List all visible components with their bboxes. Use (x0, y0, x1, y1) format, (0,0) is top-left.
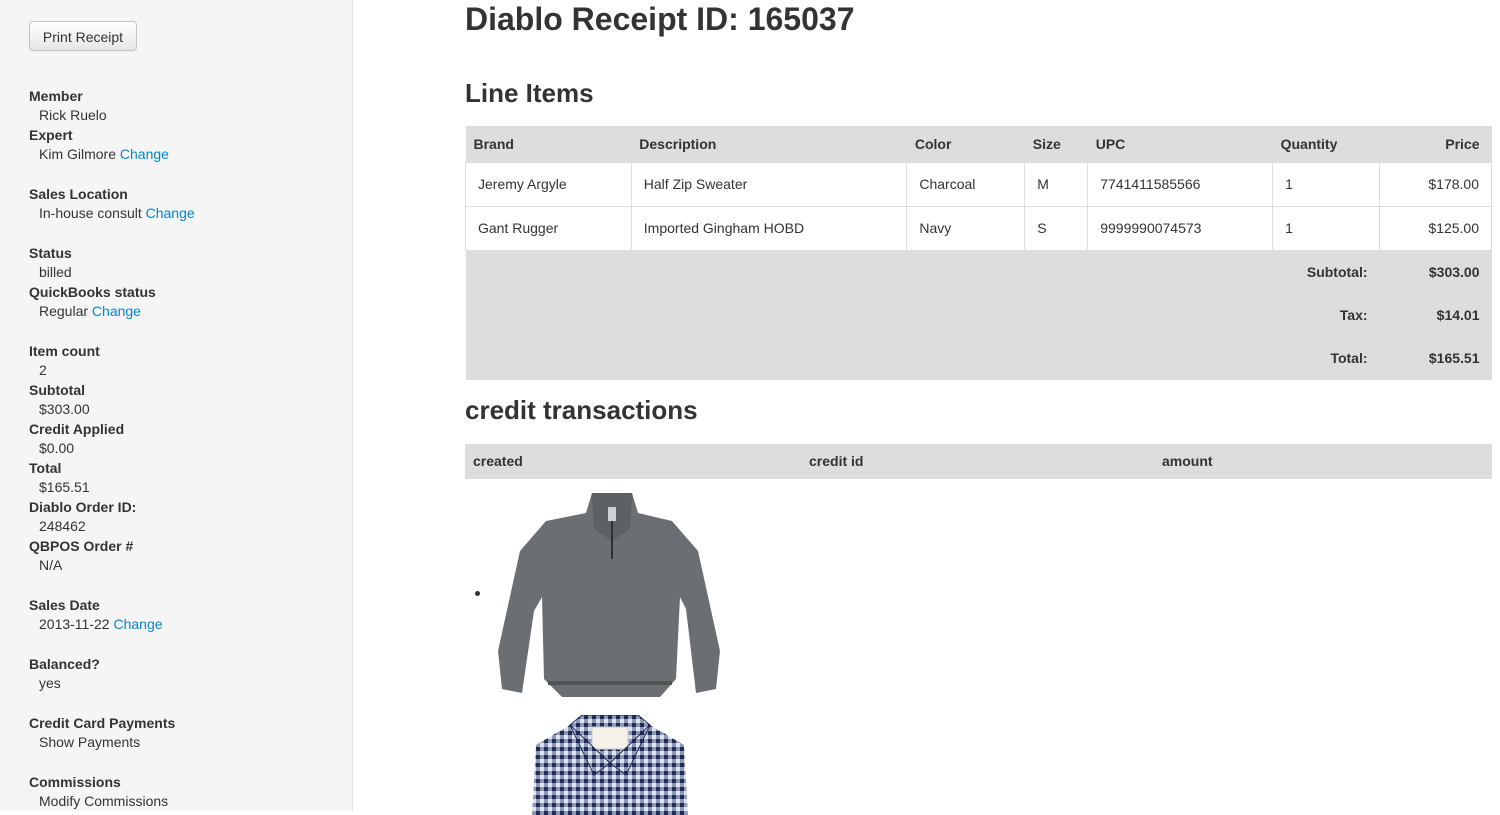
qbpos-order-value: N/A (39, 557, 63, 573)
credit-applied-label: Credit Applied (29, 421, 125, 437)
balanced-value: yes (39, 675, 61, 691)
column-header-price: Price (1379, 126, 1492, 162)
column-header-description: Description (631, 126, 907, 162)
order-id-label: Diablo Order ID: (29, 499, 137, 515)
sales-date-text: 2013-11-22 (39, 616, 110, 632)
change-sales-location-link[interactable]: Change (146, 205, 195, 221)
commissions-label: Commissions (29, 774, 121, 790)
total-summary-label: Total: (465, 336, 1380, 380)
sidebar: Print Receipt Member Rick Ruelo Expert K… (0, 0, 353, 811)
credit-card-payments-label: Credit Card Payments (29, 715, 176, 731)
change-expert-link[interactable]: Change (120, 146, 169, 162)
expert-value: Kim Gilmore Change (39, 144, 169, 164)
main-content: Diablo Receipt ID: 165037 Line Items Bra… (465, 0, 1492, 815)
subtotal-summary-value: $303.00 (1379, 250, 1492, 294)
page-title: Diablo Receipt ID: 165037 (465, 1, 855, 37)
table-row: Jeremy Argyle Half Zip Sweater Charcoal … (465, 161, 1492, 207)
cell-quantity: 1 (1272, 205, 1381, 251)
cell-brand: Jeremy Argyle (465, 161, 632, 207)
cell-price: $125.00 (1379, 205, 1492, 251)
cell-upc: 7741411585566 (1087, 161, 1274, 207)
credit-column-credit-id: credit id (809, 453, 864, 469)
column-header-color: Color (906, 126, 1025, 162)
item-count-value: 2 (39, 362, 47, 378)
print-receipt-button[interactable]: Print Receipt (29, 21, 137, 51)
sales-date-label: Sales Date (29, 597, 100, 613)
sales-location-label: Sales Location (29, 186, 128, 202)
order-id-link[interactable]: 248462 (39, 516, 86, 536)
quickbooks-status-text: Regular (39, 303, 89, 319)
cell-price: $178.00 (1379, 161, 1492, 207)
cell-size: M (1024, 161, 1089, 207)
column-header-size: Size (1024, 126, 1088, 162)
subtotal-row: Subtotal: $303.00 (465, 250, 1492, 294)
qbpos-order-label: QBPOS Order # (29, 538, 134, 554)
status-label: Status (29, 245, 72, 261)
total-summary-value: $165.51 (1379, 336, 1492, 380)
subtotal-value: $303.00 (39, 401, 90, 417)
sales-location-value: In-house consult Change (39, 203, 195, 223)
cell-description: Half Zip Sweater (630, 161, 908, 207)
member-label: Member (29, 88, 83, 104)
total-value: $165.51 (39, 479, 90, 495)
total-label: Total (29, 460, 62, 476)
expert-name: Kim Gilmore (39, 146, 117, 162)
member-link[interactable]: Rick Ruelo (39, 105, 107, 125)
cell-color: Navy (906, 205, 1026, 251)
sales-date-value: 2013-11-22 Change (39, 614, 163, 634)
cell-upc: 9999990074573 (1087, 205, 1274, 251)
column-header-upc: UPC (1087, 126, 1273, 162)
item-count-label: Item count (29, 343, 100, 359)
total-row: Total: $165.51 (465, 336, 1492, 380)
credit-column-created: created (473, 453, 523, 469)
quickbooks-status-value: Regular Change (39, 301, 141, 321)
gingham-shirt-image (520, 715, 700, 815)
tax-row: Tax: $14.01 (465, 293, 1492, 337)
modify-commissions-link[interactable]: Modify Commissions (39, 791, 168, 811)
sweater-image (492, 479, 728, 705)
credit-transactions-heading: credit transactions (465, 395, 698, 425)
line-items-heading: Line Items (465, 78, 594, 108)
credit-transactions-header: created credit id amount (465, 444, 1492, 479)
table-row: Gant Rugger Imported Gingham HOBD Navy S… (465, 205, 1492, 251)
list-bullet-icon (475, 591, 480, 596)
expert-label: Expert (29, 127, 73, 143)
show-payments-link[interactable]: Show Payments (39, 732, 140, 752)
subtotal-summary-label: Subtotal: (465, 250, 1380, 294)
subtotal-label: Subtotal (29, 382, 85, 398)
tax-summary-value: $14.01 (1379, 293, 1492, 337)
product-images (465, 479, 865, 815)
cell-size: S (1024, 205, 1089, 251)
quickbooks-status-label: QuickBooks status (29, 284, 156, 300)
column-header-quantity: Quantity (1272, 126, 1380, 162)
cell-description: Imported Gingham HOBD (630, 205, 908, 251)
status-value: billed (39, 264, 72, 280)
column-header-brand: Brand (465, 126, 632, 162)
credit-column-amount: amount (1162, 453, 1213, 469)
balanced-label: Balanced? (29, 656, 100, 672)
change-quickbooks-status-link[interactable]: Change (92, 303, 141, 319)
credit-applied-value: $0.00 (39, 440, 75, 456)
cell-brand: Gant Rugger (465, 205, 632, 251)
cell-color: Charcoal (906, 161, 1026, 207)
tax-summary-label: Tax: (465, 293, 1380, 337)
sales-location-text: In-house consult (39, 205, 142, 221)
line-items-table: Brand Description Color Size UPC Quantit… (465, 126, 1492, 380)
table-header-row: Brand Description Color Size UPC Quantit… (465, 126, 1492, 162)
change-sales-date-link[interactable]: Change (113, 616, 162, 632)
cell-quantity: 1 (1272, 161, 1381, 207)
